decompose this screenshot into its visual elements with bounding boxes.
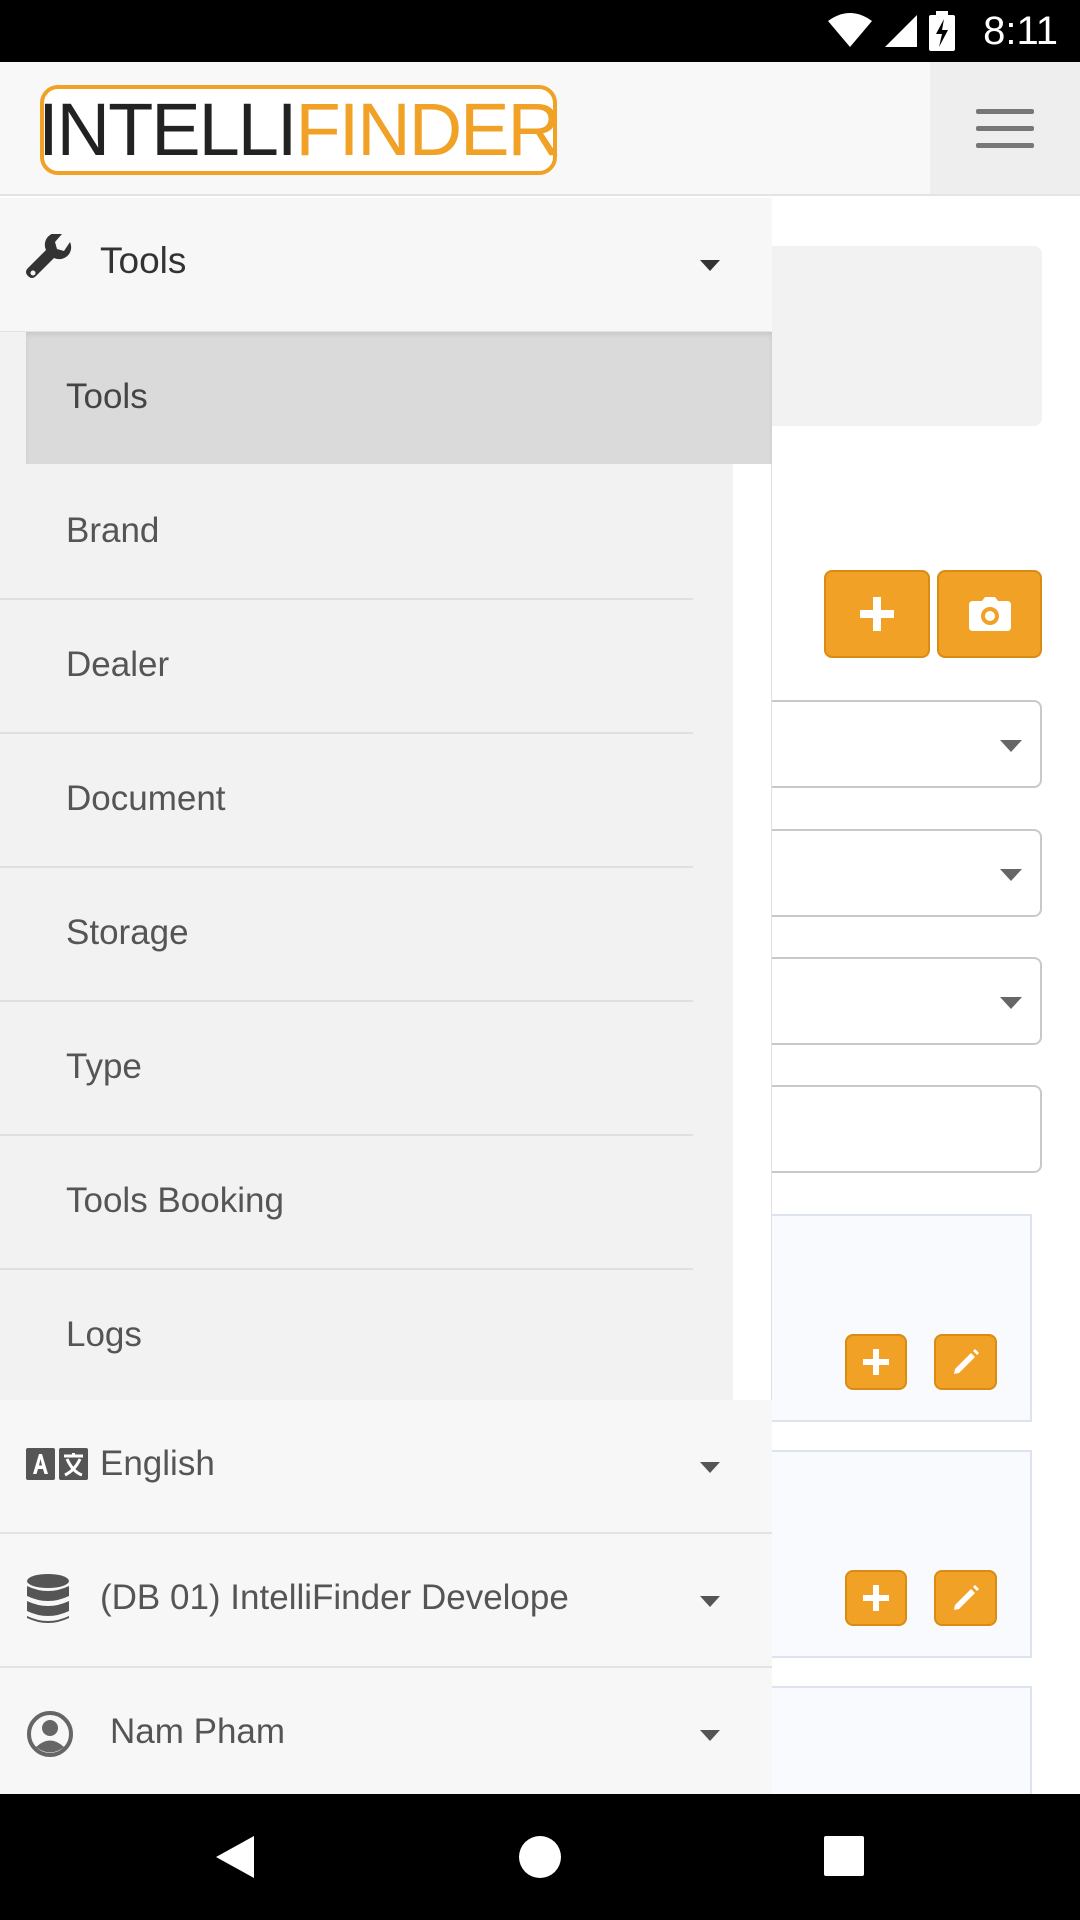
chevron-down-icon [700,1730,720,1741]
submenu-item-label: Type [66,1047,142,1086]
language-selector[interactable]: English [0,1400,772,1534]
hamburger-icon-bar [976,143,1034,148]
database-selector[interactable]: (DB 01) IntelliFinder Develope [0,1534,772,1668]
hamburger-icon-bar [976,126,1034,131]
card-edit-button[interactable] [934,1570,997,1626]
system-nav-bar [0,1794,1080,1920]
back-icon[interactable] [214,1834,256,1880]
submenu-item-brand[interactable]: Brand [0,466,693,600]
hamburger-menu-button[interactable] [930,62,1080,194]
submenu-item-label: Logs [66,1315,142,1354]
plus-icon [863,1585,889,1611]
submenu-item-label: Storage [66,913,189,952]
user-name-label: Nam Pham [110,1712,286,1751]
submenu-item-dealer[interactable]: Dealer [0,600,693,734]
camera-button[interactable] [937,570,1042,658]
drawer-section-tools[interactable]: Tools [0,198,772,332]
database-label: (DB 01) IntelliFinder Develope [100,1578,569,1617]
submenu-item-label: Brand [66,511,160,550]
submenu-item-tools[interactable]: Tools [26,332,772,464]
app-logo[interactable]: INTELLI FINDER [38,85,561,175]
account-circle-icon [27,1711,73,1757]
chevron-down-icon [700,1462,720,1473]
plus-icon [863,1349,889,1375]
add-button[interactable] [824,570,930,658]
status-bar: 8:11 [0,0,1080,62]
wifi-icon [828,13,872,47]
recents-icon[interactable] [824,1836,864,1876]
logo-text-accent: FINDER [295,88,561,171]
status-icons [827,11,955,51]
translate-icon [26,1448,88,1480]
signal-icon [885,15,917,47]
pencil-icon [953,1585,979,1610]
hamburger-icon [976,109,1034,114]
chevron-down-icon [1000,869,1022,881]
submenu-item-label: Document [66,779,226,818]
submenu-item-type[interactable]: Type [0,1002,693,1136]
chevron-down-icon [1000,997,1022,1009]
tools-submenu: Tools Brand Dealer Document Storage Type… [0,332,772,1400]
chevron-down-icon [700,260,720,271]
submenu-item-label: Tools [66,377,148,416]
home-icon[interactable] [519,1836,561,1878]
pencil-icon [953,1349,979,1374]
chevron-down-icon [700,1596,720,1607]
submenu-item-tools-booking[interactable]: Tools Booking [0,1136,693,1270]
wrench-icon [26,234,72,278]
database-icon [27,1574,69,1623]
card-add-button[interactable] [845,1334,907,1390]
user-menu[interactable]: Nam Pham [0,1668,772,1802]
logo-text-dark: INTELLI [38,88,297,171]
card-edit-button[interactable] [934,1334,997,1390]
language-label: English [100,1444,215,1483]
navigation-drawer: Tools Tools Brand Dealer Document Storag… [0,198,772,1802]
submenu-item-label: Tools Booking [66,1181,284,1220]
submenu-item-storage[interactable]: Storage [0,868,693,1002]
app-header: INTELLI FINDER [0,62,1080,196]
camera-icon [968,597,1011,631]
submenu-item-label: Dealer [66,645,170,684]
chevron-down-icon [1000,740,1022,752]
card-add-button[interactable] [845,1570,907,1626]
drawer-section-label: Tools [100,240,187,281]
submenu-item-logs[interactable]: Logs [0,1270,693,1404]
status-time: 8:11 [983,9,1058,53]
plus-icon [860,597,894,631]
submenu-item-document[interactable]: Document [0,734,693,868]
battery-charging-icon [929,11,955,51]
